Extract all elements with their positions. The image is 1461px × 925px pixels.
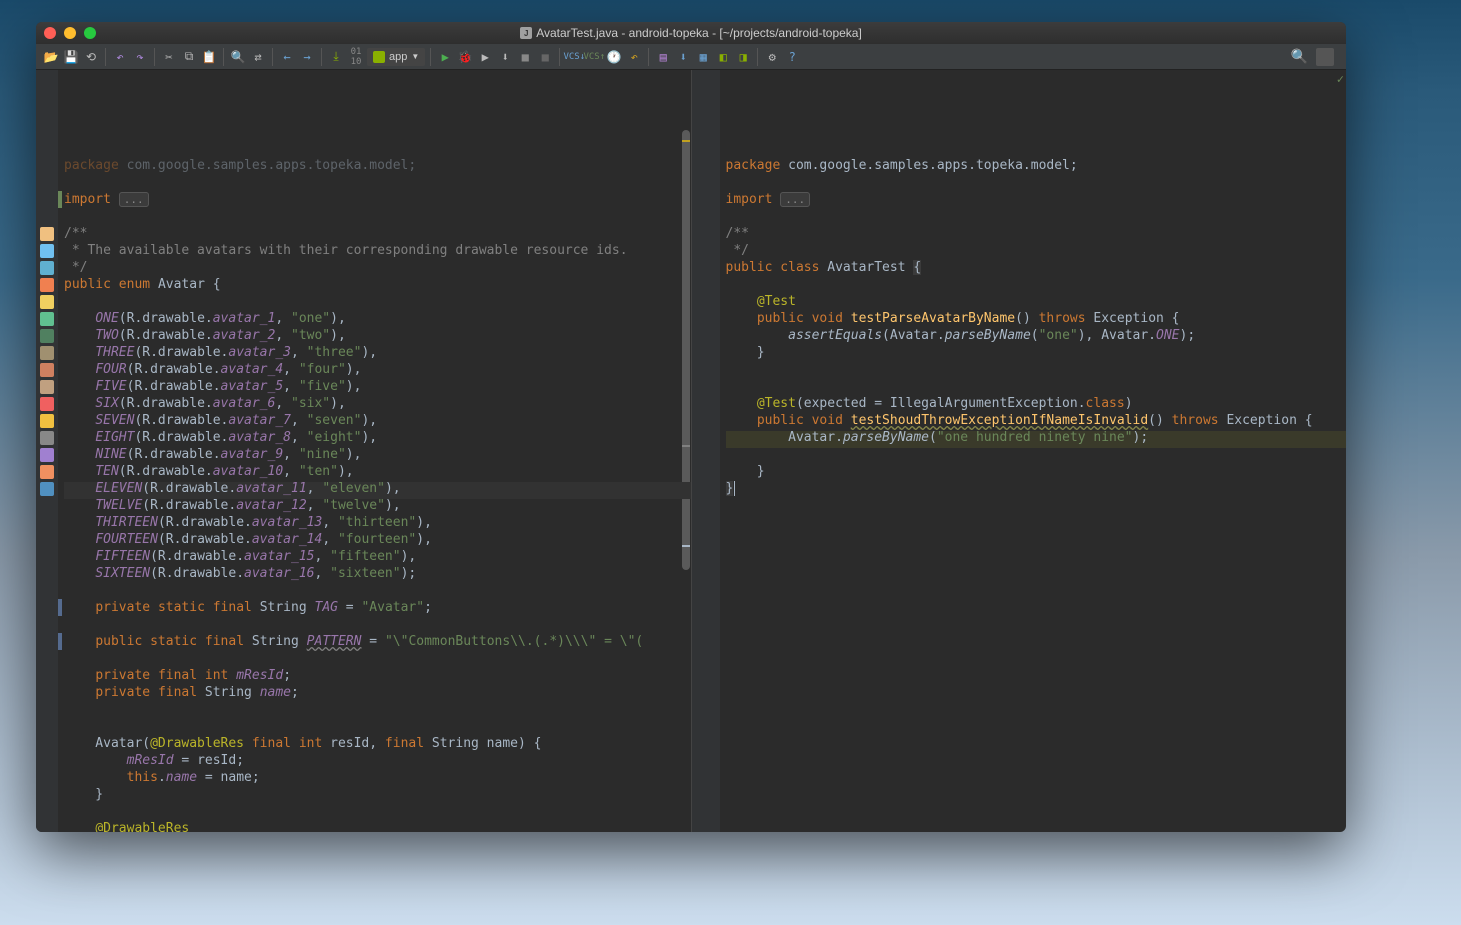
- paste-icon[interactable]: 📋: [200, 48, 218, 66]
- run-config-selector[interactable]: app ▼: [367, 48, 425, 66]
- code-left[interactable]: package com.google.samples.apps.topeka.m…: [58, 70, 691, 832]
- search-icon[interactable]: 🔍: [1291, 49, 1308, 65]
- vcs-commit-icon[interactable]: VCS↑: [585, 48, 603, 66]
- window-title: J AvatarTest.java - android-topeka - [~/…: [36, 26, 1346, 40]
- debug-icon[interactable]: 🐞: [456, 48, 474, 66]
- undo-icon[interactable]: ↶: [111, 48, 129, 66]
- stop2-icon[interactable]: ■: [536, 48, 554, 66]
- attach-icon[interactable]: ⬇: [496, 48, 514, 66]
- settings-icon[interactable]: ⚙: [763, 48, 781, 66]
- save-icon[interactable]: 💾: [62, 48, 80, 66]
- coverage-icon[interactable]: ▶: [476, 48, 494, 66]
- forward-icon[interactable]: →: [298, 48, 316, 66]
- build-icon[interactable]: ⤓: [327, 48, 345, 66]
- zoom-icon[interactable]: [84, 27, 96, 39]
- vcs-revert-icon[interactable]: ↶: [625, 48, 643, 66]
- vcs-update-icon[interactable]: VCS↓: [565, 48, 583, 66]
- editor-split: package com.google.samples.apps.topeka.m…: [36, 70, 1346, 832]
- minimize-icon[interactable]: [64, 27, 76, 39]
- help-icon[interactable]: ?: [783, 48, 801, 66]
- code-right[interactable]: package com.google.samples.apps.topeka.m…: [720, 70, 1347, 832]
- open-icon[interactable]: 📂: [42, 48, 60, 66]
- copy-icon[interactable]: ⧉: [180, 48, 198, 66]
- sdk-icon[interactable]: ⬇: [674, 48, 692, 66]
- redo-icon[interactable]: ↷: [131, 48, 149, 66]
- user-icon[interactable]: [1316, 48, 1334, 66]
- titlebar[interactable]: J AvatarTest.java - android-topeka - [~/…: [36, 22, 1346, 44]
- ide-window: J AvatarTest.java - android-topeka - [~/…: [36, 22, 1346, 832]
- editor-left[interactable]: package com.google.samples.apps.topeka.m…: [36, 70, 692, 832]
- gutter-right[interactable]: [692, 70, 720, 832]
- replace-icon[interactable]: ⇄: [249, 48, 267, 66]
- cut-icon[interactable]: ✂: [160, 48, 178, 66]
- editor-right[interactable]: package com.google.samples.apps.topeka.m…: [692, 70, 1347, 832]
- status-ok-icon: ✓: [1337, 72, 1344, 86]
- android-icon: [373, 51, 385, 63]
- java-file-icon: J: [520, 27, 532, 39]
- close-icon[interactable]: [44, 27, 56, 39]
- avd-icon[interactable]: ▤: [654, 48, 672, 66]
- find-icon[interactable]: 🔍: [229, 48, 247, 66]
- ddms-icon[interactable]: ◨: [734, 48, 752, 66]
- sync-icon[interactable]: ⟲: [82, 48, 100, 66]
- vcs-history-icon[interactable]: 🕐: [605, 48, 623, 66]
- binary-icon[interactable]: 0110: [347, 48, 365, 66]
- layout-icon[interactable]: ▦: [694, 48, 712, 66]
- gutter-left[interactable]: [36, 70, 58, 832]
- stop-icon[interactable]: ■: [516, 48, 534, 66]
- back-icon[interactable]: ←: [278, 48, 296, 66]
- run-icon[interactable]: ▶: [436, 48, 454, 66]
- monitor-icon[interactable]: ◧: [714, 48, 732, 66]
- toolbar: 📂 💾 ⟲ ↶ ↷ ✂ ⧉ 📋 🔍 ⇄ ← → ⤓ 0110 app ▼ ▶ 🐞…: [36, 44, 1346, 70]
